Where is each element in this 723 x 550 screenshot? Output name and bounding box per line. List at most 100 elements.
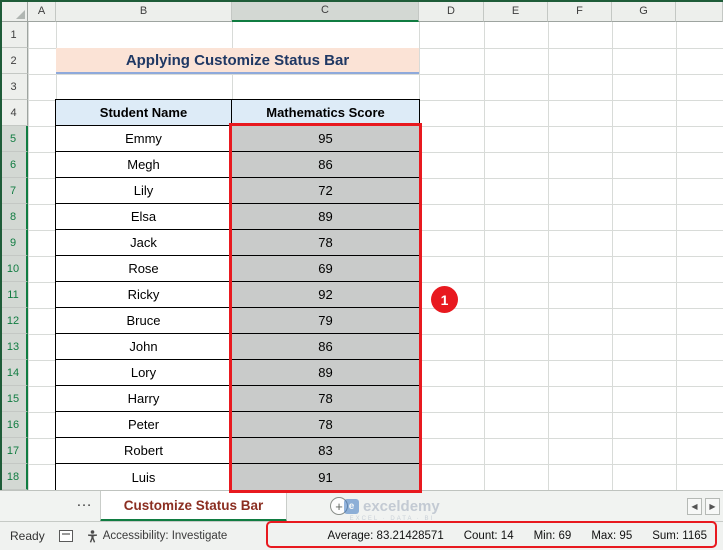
status-mode: Ready <box>10 529 45 543</box>
table-row: Rose 69 <box>56 256 419 282</box>
table-row: Elsa 89 <box>56 204 419 230</box>
column-header-student-name[interactable]: Student Name <box>56 100 232 126</box>
student-name-cell[interactable]: Elsa <box>56 204 232 230</box>
student-name-cell[interactable]: Ricky <box>56 282 232 308</box>
student-name-cell[interactable]: Peter <box>56 412 232 438</box>
score-cell[interactable]: 89 <box>232 204 419 230</box>
student-table: Student Name Mathematics Score Emmy 95 Meg… <box>55 99 420 491</box>
score-cell[interactable]: 78 <box>232 230 419 256</box>
row-header-2[interactable]: 2 <box>0 48 28 74</box>
row-header-10[interactable]: 10 <box>0 256 28 282</box>
sheet-tab-bar: … Customize Status Bar + ◀ ▶ <box>0 490 723 522</box>
table-row: Luis 91 <box>56 464 419 490</box>
tab-scroll-buttons: ◀ ▶ <box>687 498 720 515</box>
row-header-9[interactable]: 9 <box>0 230 28 256</box>
column-header-c[interactable]: C <box>232 0 419 22</box>
table-row: Ricky 92 <box>56 282 419 308</box>
table-row: Lily 72 <box>56 178 419 204</box>
score-cell[interactable]: 89 <box>232 360 419 386</box>
spreadsheet-grid: ABCDEFG 1 2 3 4 5 6 7 8 9 10 11 12 13 14 15 16 17 18 Appl… <box>0 0 723 493</box>
score-cell[interactable]: 78 <box>232 412 419 438</box>
student-name-cell[interactable]: Lory <box>56 360 232 386</box>
status-bar: Ready Accessibility: Investigate Average… <box>0 521 723 550</box>
score-cell[interactable]: 91 <box>232 464 419 490</box>
row-header-18[interactable]: 18 <box>0 464 28 490</box>
column-header-a[interactable]: A <box>28 0 56 22</box>
column-header-g[interactable]: G <box>612 0 676 22</box>
column-header-e[interactable]: E <box>484 0 548 22</box>
score-cell[interactable]: 78 <box>232 386 419 412</box>
status-stat: Count: 14 <box>463 530 514 542</box>
status-stat: Max: 95 <box>591 530 633 542</box>
table-row: Harry 78 <box>56 386 419 412</box>
table-row: Bruce 79 <box>56 308 419 334</box>
status-stat: Sum: 1165 <box>652 530 707 542</box>
score-cell[interactable]: 86 <box>232 334 419 360</box>
row-header-3[interactable]: 3 <box>0 74 28 100</box>
scroll-right-icon[interactable]: ▶ <box>705 498 720 515</box>
score-cell[interactable]: 83 <box>232 438 419 464</box>
worksheet-title-cell[interactable]: Applying Customize Status Bar <box>56 48 419 74</box>
macro-record-icon[interactable] <box>58 530 73 542</box>
student-name-cell[interactable]: Lily <box>56 178 232 204</box>
table-row: Jack 78 <box>56 230 419 256</box>
score-cell[interactable]: 92 <box>232 282 419 308</box>
score-cell[interactable]: 86 <box>232 152 419 178</box>
row-header-5[interactable]: 5 <box>0 126 28 152</box>
accessibility-person-icon <box>87 529 97 543</box>
sheet-overflow-button[interactable]: … <box>76 493 93 511</box>
row-header-4[interactable]: 4 <box>0 100 28 126</box>
row-header-17[interactable]: 17 <box>0 438 28 464</box>
score-cell[interactable]: 95 <box>232 126 419 152</box>
scroll-left-icon[interactable]: ◀ <box>687 498 702 515</box>
column-header-mathematics-score[interactable]: Mathematics Score <box>232 100 419 126</box>
student-name-cell[interactable]: Rose <box>56 256 232 282</box>
student-name-cell[interactable]: Luis <box>56 464 232 490</box>
annotation-badge-1: 1 <box>431 286 458 313</box>
row-header-16[interactable]: 16 <box>0 412 28 438</box>
row-header-14[interactable]: 14 <box>0 360 28 386</box>
score-cell[interactable]: 69 <box>232 256 419 282</box>
sheet-tab-customize-status-bar[interactable]: Customize Status Bar <box>100 491 287 522</box>
status-stat: Min: 69 <box>533 530 572 542</box>
score-cell[interactable]: 79 <box>232 308 419 334</box>
column-header-d[interactable]: D <box>419 0 484 22</box>
column-header-b[interactable]: B <box>56 0 232 22</box>
student-name-cell[interactable]: Harry <box>56 386 232 412</box>
select-all-triangle-icon <box>16 10 25 19</box>
row-header-12[interactable]: 12 <box>0 308 28 334</box>
row-header-7[interactable]: 7 <box>0 178 28 204</box>
table-header-row: Student Name Mathematics Score <box>56 100 419 126</box>
row-header-11[interactable]: 11 <box>0 282 28 308</box>
student-name-cell[interactable]: Jack <box>56 230 232 256</box>
gridline <box>0 74 723 75</box>
column-header-f[interactable]: F <box>548 0 612 22</box>
row-header-1[interactable]: 1 <box>0 22 28 48</box>
table-body: Emmy 95 Megh 86 Lily 72 Elsa 89 Jack 78 Rose 69 Rick… <box>56 126 419 490</box>
table-row: John 86 <box>56 334 419 360</box>
student-name-cell[interactable]: Bruce <box>56 308 232 334</box>
student-name-cell[interactable]: Megh <box>56 152 232 178</box>
student-name-cell[interactable]: John <box>56 334 232 360</box>
table-row: Lory 89 <box>56 360 419 386</box>
column-header-partial[interactable] <box>676 0 723 22</box>
student-name-cell[interactable]: Emmy <box>56 126 232 152</box>
accessibility-label: Accessibility: Investigate <box>102 530 228 542</box>
row-header-15[interactable]: 15 <box>0 386 28 412</box>
accessibility-status[interactable]: Accessibility: Investigate <box>87 529 228 543</box>
student-name-cell[interactable]: Robert <box>56 438 232 464</box>
score-cell[interactable]: 72 <box>232 178 419 204</box>
table-row: Emmy 95 <box>56 126 419 152</box>
row-header-8[interactable]: 8 <box>0 204 28 230</box>
status-stats: Average: 83.21428571 Count: 14 Min: 69 Max:… <box>328 530 713 542</box>
table-row: Robert 83 <box>56 438 419 464</box>
row-header-13[interactable]: 13 <box>0 334 28 360</box>
select-all-corner[interactable] <box>0 0 28 22</box>
status-stat: Average: 83.21428571 <box>327 530 444 542</box>
table-row: Peter 78 <box>56 412 419 438</box>
table-row: Megh 86 <box>56 152 419 178</box>
row-header-6[interactable]: 6 <box>0 152 28 178</box>
excel-window: ABCDEFG 1 2 3 4 5 6 7 8 9 10 11 12 13 14 15 16 17 18 Appl… <box>0 0 723 550</box>
window-top-edge <box>0 0 723 2</box>
new-sheet-button[interactable]: + <box>330 497 348 515</box>
